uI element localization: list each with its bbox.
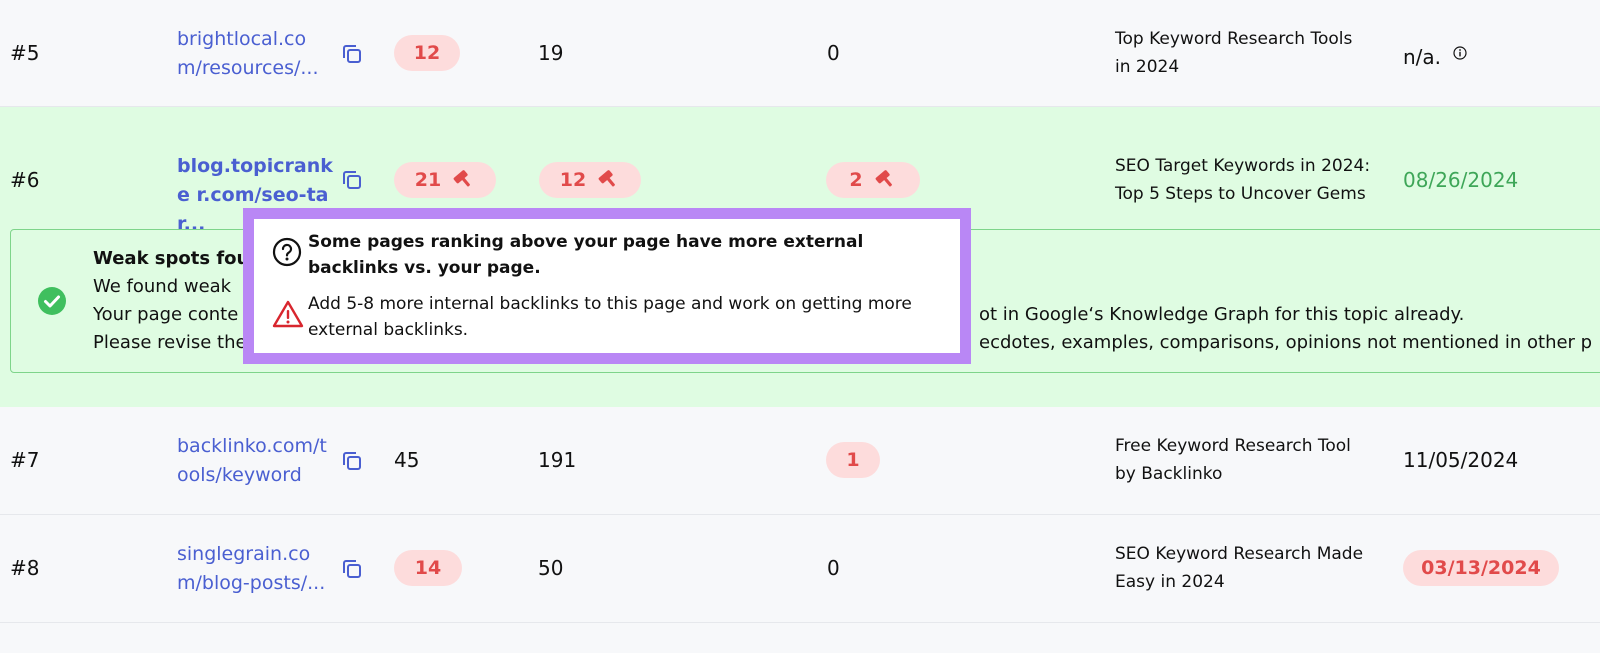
- metric-value: 21: [414, 169, 442, 191]
- metric-value: 12: [413, 42, 441, 64]
- page-title: SEO Target Keywords in 2024: Top 5 Steps…: [1115, 152, 1390, 208]
- weak-spots-text: Your page conte: [93, 304, 239, 325]
- title-line: Top 5 Steps to Uncover Gems: [1115, 184, 1366, 204]
- weak-spots-text: We found weak: [93, 276, 232, 297]
- page-url-link[interactable]: singlegrain.co m/blog-posts/...: [177, 540, 333, 598]
- weak-spots-text: Please revise the: [93, 332, 247, 353]
- table-row-partial: [0, 623, 1600, 653]
- weak-spots-text: ot in Google‘s Knowledge Graph for this …: [979, 304, 1465, 325]
- date-pill: 03/13/2024: [1403, 550, 1559, 586]
- date-value: 08/26/2024: [1403, 168, 1519, 192]
- metric-value: 191: [538, 448, 577, 472]
- tooltip-question-text: Some pages ranking above your page have …: [308, 232, 864, 278]
- title-line: Free Keyword Research Tool: [1115, 436, 1351, 456]
- table-row: #8 singlegrain.co m/blog-posts/... 14 50…: [0, 515, 1600, 623]
- weak-spots-text: ecdotes, examples, comparisons, opinions…: [979, 332, 1593, 353]
- tooltip-question: Some pages ranking above your page have …: [272, 229, 948, 281]
- metric-value: 0: [827, 556, 840, 580]
- metric-value: 0: [827, 41, 840, 65]
- date-value: 03/13/2024: [1421, 557, 1541, 579]
- page-url-link[interactable]: brightlocal.co m/resources/...: [177, 25, 333, 83]
- title-line: SEO Target Keywords in 2024:: [1115, 156, 1371, 176]
- rank: #5: [10, 41, 40, 65]
- metric-value: 45: [394, 448, 420, 472]
- rank: #6: [10, 168, 40, 192]
- page-title: Top Keyword Research Tools in 2024: [1115, 25, 1390, 81]
- title-line: by Backlinko: [1115, 464, 1223, 484]
- copy-icon[interactable]: [340, 168, 364, 192]
- date-value: n/a.: [1403, 45, 1442, 69]
- hammer-icon: [451, 164, 475, 200]
- copy-icon[interactable]: [340, 42, 364, 66]
- date-value: 11/05/2024: [1403, 448, 1519, 472]
- metric-pill: 12: [394, 35, 460, 71]
- hammer-icon: [596, 164, 620, 200]
- metric-pill: 14: [394, 550, 462, 586]
- warning-triangle-icon: [272, 291, 308, 343]
- info-icon[interactable]: [1453, 39, 1467, 67]
- metric-value: 12: [559, 169, 587, 191]
- tooltip-advice: Add 5-8 more internal backlinks to this …: [272, 291, 948, 343]
- date-cell: n/a.: [1403, 39, 1467, 71]
- metric-value: 19: [538, 41, 564, 65]
- hammer-icon: [873, 164, 897, 200]
- metric-value: 50: [538, 556, 564, 580]
- copy-icon[interactable]: [340, 557, 364, 581]
- check-circle-icon: [37, 286, 67, 320]
- title-line: Top Keyword Research Tools: [1115, 29, 1353, 49]
- question-circle-icon: [272, 229, 308, 281]
- rank: #7: [10, 448, 40, 472]
- metric-value: 14: [414, 557, 442, 579]
- metric-pill[interactable]: 21: [394, 162, 496, 198]
- table-row: #7 backlinko.com/t ools/keyword 45 191 1…: [0, 407, 1600, 515]
- table-row: #5 brightlocal.co m/resources/... 12 19 …: [0, 0, 1600, 107]
- title-line: in 2024: [1115, 57, 1180, 77]
- metric-pill[interactable]: 12: [539, 162, 641, 198]
- title-line: Easy in 2024: [1115, 572, 1225, 592]
- metric-value: 2: [849, 169, 863, 191]
- page-url-link[interactable]: backlinko.com/t ools/keyword: [177, 432, 333, 490]
- copy-icon[interactable]: [340, 449, 364, 473]
- backlinks-tooltip: Some pages ranking above your page have …: [243, 208, 971, 364]
- page-title: SEO Keyword Research Made Easy in 2024: [1115, 540, 1390, 596]
- page-title: Free Keyword Research Tool by Backlinko: [1115, 432, 1390, 488]
- metric-pill: 1: [826, 442, 880, 478]
- title-line: SEO Keyword Research Made: [1115, 544, 1364, 564]
- tooltip-advice-text: Add 5-8 more internal backlinks to this …: [308, 294, 912, 340]
- rank: #8: [10, 556, 40, 580]
- weak-spots-title: Weak spots fou: [93, 248, 250, 269]
- metric-pill[interactable]: 2: [826, 162, 920, 198]
- metric-value: 1: [846, 449, 860, 471]
